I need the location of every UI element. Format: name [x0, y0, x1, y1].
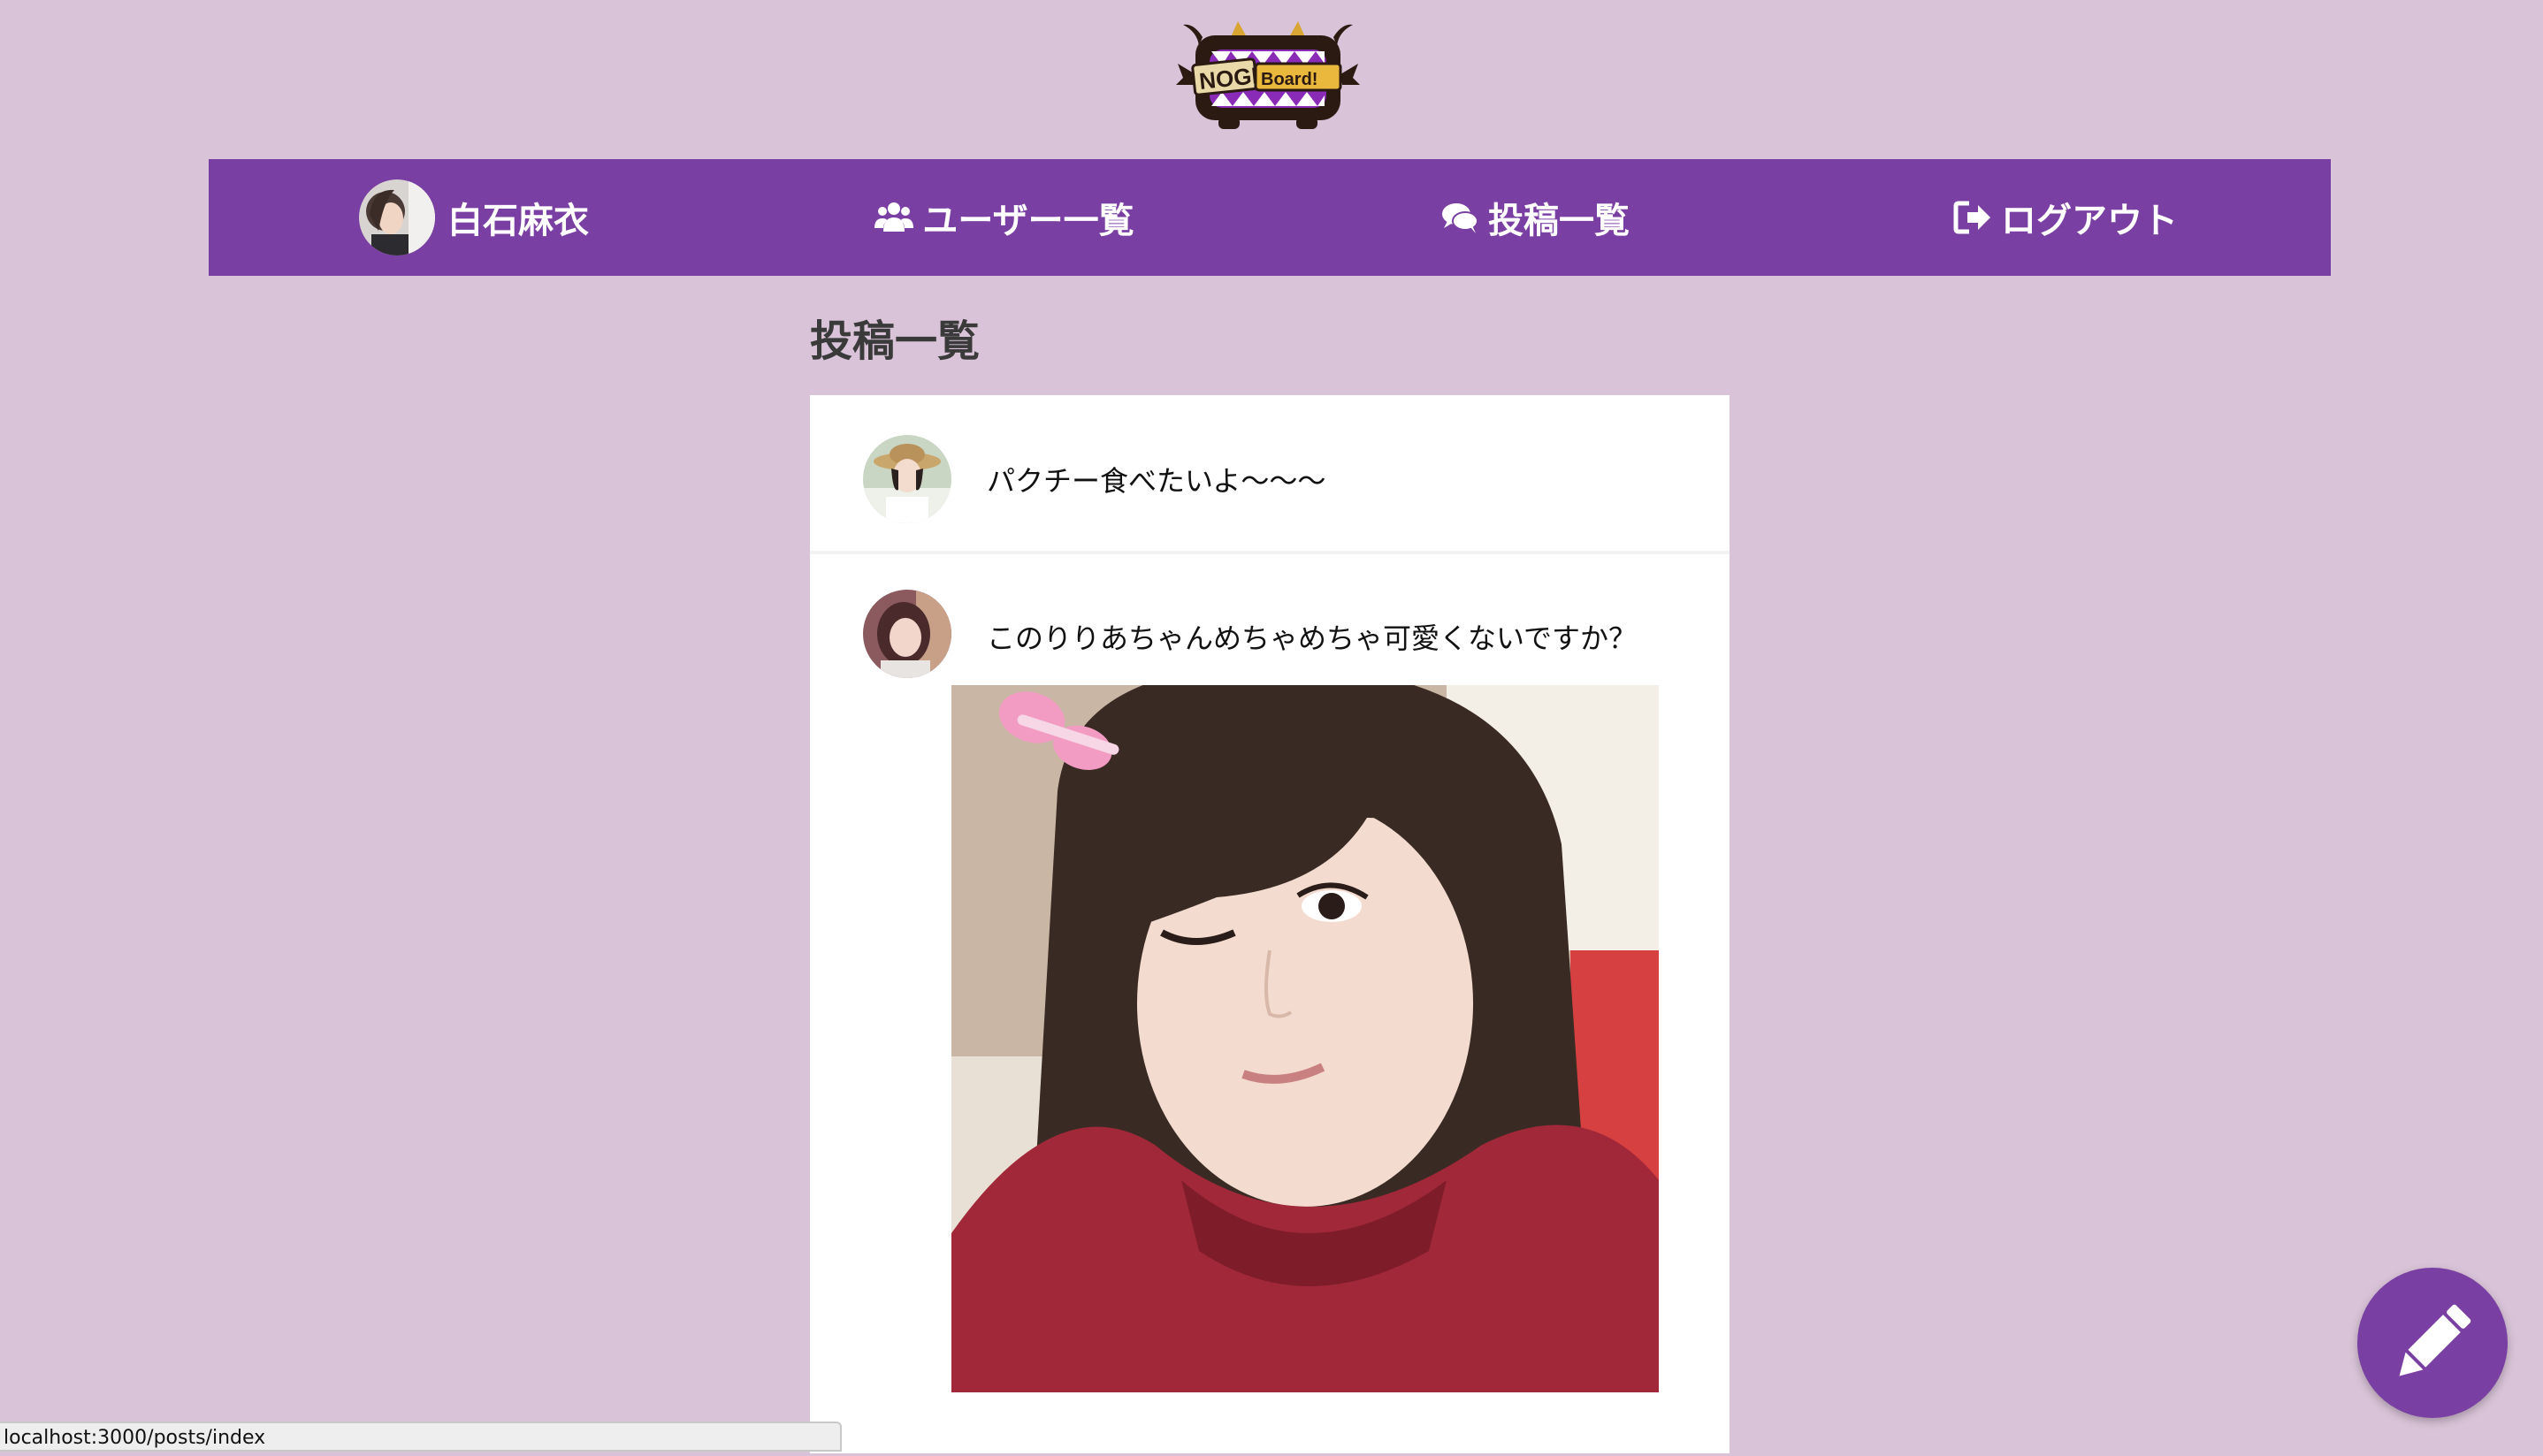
nav-logout-label: ログアウト: [2001, 201, 2178, 241]
nav-posts-list[interactable]: 投稿一覧: [1270, 159, 1800, 276]
post-text: このりりあちゃんめちゃめちゃ可愛くないですか？: [987, 621, 1638, 655]
nav-user-profile[interactable]: 白石麻衣: [209, 159, 739, 276]
user-avatar: [359, 179, 435, 255]
main-navbar: 白石麻衣 ユーザー一覧 投稿一覧 ログアウト: [209, 159, 2331, 276]
post-author-avatar[interactable]: [863, 435, 951, 523]
sign-out-icon: [1953, 201, 1990, 234]
comments-icon: [1442, 203, 1478, 233]
new-post-button[interactable]: [2357, 1268, 2508, 1418]
nav-users-list[interactable]: ユーザー一覧: [739, 159, 1270, 276]
status-bar-url: localhost:3000/posts/index: [0, 1422, 842, 1452]
nav-logout[interactable]: ログアウト: [1800, 159, 2331, 276]
app-logo[interactable]: NOGI Board!: [1176, 19, 1360, 133]
monster-logo-icon: NOGI Board!: [1176, 21, 1360, 129]
pencil-icon: [2399, 1304, 2471, 1376]
users-icon: [874, 202, 914, 232]
nav-user-name: 白石麻衣: [447, 201, 589, 241]
nav-posts-label: 投稿一覧: [1488, 201, 1630, 241]
post-item[interactable]: パクチー食べたいよ〜〜〜: [810, 395, 1730, 554]
page-title: 投稿一覧: [810, 316, 981, 366]
post-photo[interactable]: [951, 685, 1659, 1392]
nav-users-label: ユーザー一覧: [922, 201, 1134, 241]
posts-list: パクチー食べたいよ〜〜〜 このりりあちゃんめちゃめちゃ可愛くないですか？: [810, 395, 1730, 1453]
post-text: パクチー食べたいよ〜〜〜: [987, 464, 1326, 498]
post-item[interactable]: このりりあちゃんめちゃめちゃ可愛くないですか？: [810, 554, 1730, 1456]
logo-text-board: Board!: [1261, 70, 1317, 89]
post-author-avatar[interactable]: [863, 590, 951, 678]
